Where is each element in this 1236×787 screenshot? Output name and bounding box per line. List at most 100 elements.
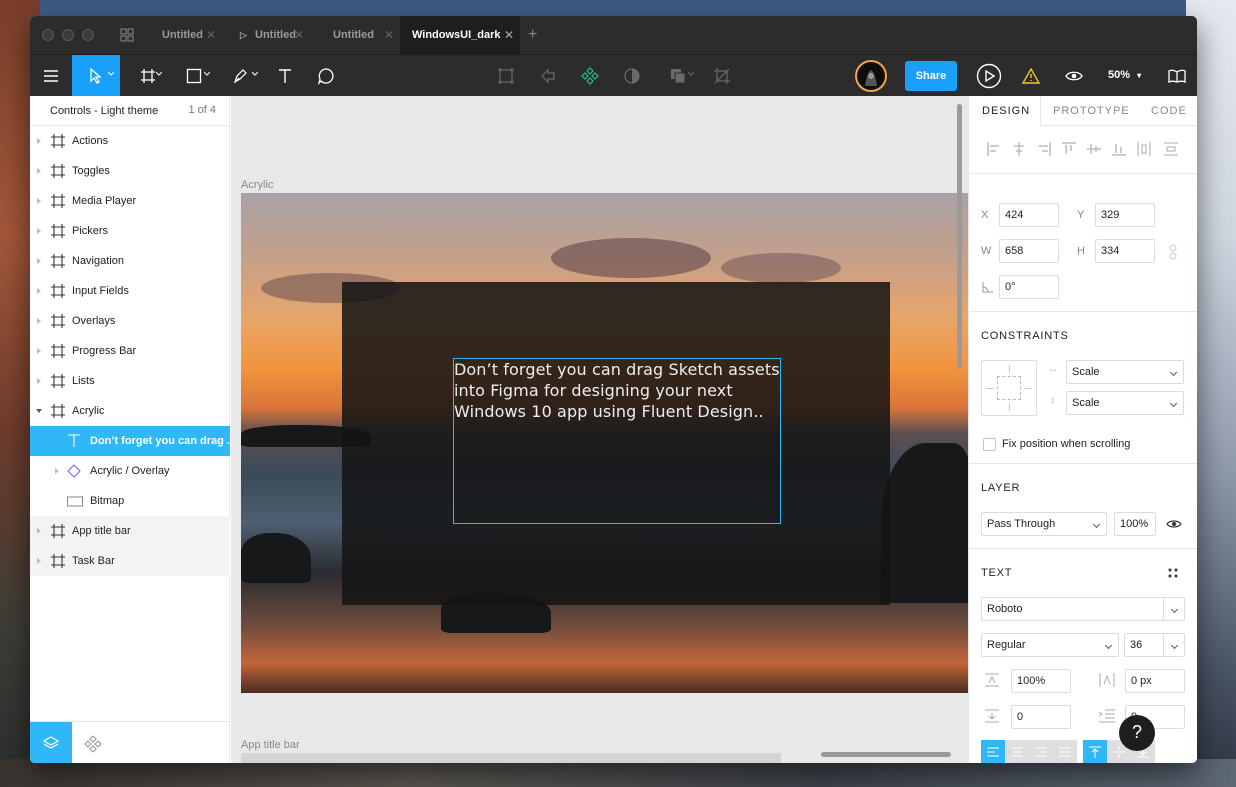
layer-row[interactable]: Bitmap: [30, 486, 230, 516]
align-vertical-center-icon[interactable]: [1087, 142, 1101, 156]
layer-row[interactable]: Toggles: [30, 156, 230, 186]
canvas[interactable]: Acrylic Don’t forget you can drag Sketch…: [231, 96, 968, 763]
minimize-window-button[interactable]: [62, 29, 74, 41]
text-tool-icon[interactable]: [270, 55, 300, 96]
expand-arrow-icon[interactable]: [37, 198, 41, 204]
distribute-vertical-icon[interactable]: [1164, 142, 1178, 156]
warning-icon[interactable]: [1018, 55, 1044, 96]
tab-prototype[interactable]: PROTOTYPE: [1053, 96, 1130, 126]
layer-row[interactable]: Actions: [30, 126, 230, 156]
align-horizontal-center-icon[interactable]: [1012, 142, 1026, 156]
expand-arrow-icon[interactable]: [37, 258, 41, 264]
font-size-select[interactable]: 36: [1124, 633, 1185, 657]
letter-spacing-field[interactable]: 0 px: [1125, 669, 1185, 693]
constraint-bottom-line[interactable]: [1009, 403, 1010, 411]
expand-arrow-icon[interactable]: [37, 288, 41, 294]
font-weight-select[interactable]: Regular: [981, 633, 1119, 657]
close-tab-icon[interactable]: ✕: [504, 16, 514, 54]
library-icon[interactable]: [1164, 55, 1190, 96]
text-layer-content[interactable]: Don’t forget you can drag Sketch assets …: [454, 359, 780, 422]
horizontal-constraint-select[interactable]: Scale: [1066, 360, 1184, 384]
expand-arrow-icon[interactable]: [55, 468, 59, 474]
constrain-proportions-icon[interactable]: [1168, 244, 1178, 260]
layer-opacity-field[interactable]: 100%: [1114, 512, 1156, 536]
app-title-bar-frame[interactable]: [241, 753, 781, 763]
expand-arrow-icon[interactable]: [37, 558, 41, 564]
new-tab-icon[interactable]: +: [528, 16, 537, 54]
present-icon[interactable]: [974, 55, 1004, 96]
expand-arrow-icon[interactable]: [37, 378, 41, 384]
shape-tool-icon[interactable]: [176, 55, 212, 96]
instance-icon[interactable]: [532, 55, 564, 96]
text-align-justify-icon[interactable]: [1053, 740, 1077, 763]
text-align-left-icon[interactable]: [981, 740, 1005, 763]
rotation-field[interactable]: 0°: [999, 275, 1059, 299]
zoom-dropdown[interactable]: 50% ▾: [1108, 55, 1141, 96]
layer-row[interactable]: Acrylic / Overlay: [30, 456, 230, 486]
horizontal-scrollbar[interactable]: [821, 752, 951, 757]
frame-tool-icon[interactable]: [130, 55, 166, 96]
expand-arrow-icon[interactable]: [37, 318, 41, 324]
frame-label-acrylic[interactable]: Acrylic: [241, 179, 273, 191]
tab-untitled-2[interactable]: ▷ Untitled ✕: [230, 16, 310, 54]
boolean-icon[interactable]: [660, 55, 696, 96]
tab-untitled-3[interactable]: Untitled ✕: [322, 16, 400, 54]
font-family-select[interactable]: Roboto: [981, 597, 1185, 621]
layer-row[interactable]: Lists: [30, 366, 230, 396]
layer-row[interactable]: Acrylic: [30, 396, 230, 426]
close-tab-icon[interactable]: ✕: [384, 16, 394, 54]
create-component-icon[interactable]: [574, 55, 606, 96]
frame-label-app-title-bar[interactable]: App title bar: [241, 739, 300, 751]
text-align-center-icon[interactable]: [1005, 740, 1029, 763]
tab-untitled-1[interactable]: Untitled ✕: [150, 16, 222, 54]
expand-arrow-icon[interactable]: [37, 348, 41, 354]
layer-row[interactable]: Progress Bar: [30, 336, 230, 366]
move-tool-icon[interactable]: [72, 55, 120, 96]
layer-row[interactable]: Don’t forget you can drag ...: [30, 426, 236, 456]
align-text-top-icon[interactable]: [1083, 740, 1107, 763]
vertical-scrollbar[interactable]: [957, 104, 962, 369]
constraint-top-line[interactable]: [1009, 365, 1010, 373]
layer-row[interactable]: Input Fields: [30, 276, 230, 306]
page-selector[interactable]: Controls - Light theme 1 of 4: [30, 96, 230, 126]
w-field[interactable]: 658: [999, 239, 1059, 263]
layer-row[interactable]: App title bar: [30, 516, 230, 546]
selected-text-layer[interactable]: Don’t forget you can drag Sketch assets …: [453, 358, 781, 524]
layers-tab-icon[interactable]: [30, 722, 72, 763]
align-bottom-icon[interactable]: [1112, 142, 1126, 156]
h-field[interactable]: 334: [1095, 239, 1155, 263]
mask-icon[interactable]: [616, 55, 648, 96]
comment-tool-icon[interactable]: [310, 55, 342, 96]
component-icon[interactable]: [490, 55, 522, 96]
expand-arrow-icon[interactable]: [37, 168, 41, 174]
text-styles-icon[interactable]: [1168, 568, 1178, 578]
help-button[interactable]: ?: [1119, 715, 1155, 751]
tab-windowsui-dark[interactable]: WindowsUI_dark ✕: [400, 16, 520, 54]
collapse-arrow-icon[interactable]: [36, 409, 42, 413]
paragraph-spacing-field[interactable]: 0: [1011, 705, 1071, 729]
components-tab-icon[interactable]: [84, 735, 102, 756]
zoom-window-button[interactable]: [82, 29, 94, 41]
vertical-constraint-select[interactable]: Scale: [1066, 391, 1184, 415]
layer-row[interactable]: Task Bar: [30, 546, 230, 576]
constraint-right-line[interactable]: [1024, 388, 1032, 389]
blend-mode-select[interactable]: Pass Through: [981, 512, 1107, 536]
line-height-field[interactable]: 100%: [1011, 669, 1071, 693]
close-tab-icon[interactable]: ✕: [294, 16, 304, 54]
crop-icon[interactable]: [706, 55, 738, 96]
align-right-icon[interactable]: [1037, 142, 1051, 156]
constraint-left-line[interactable]: [986, 388, 994, 389]
align-left-icon[interactable]: [987, 142, 1001, 156]
expand-arrow-icon[interactable]: [37, 138, 41, 144]
close-window-button[interactable]: [42, 29, 54, 41]
layer-row[interactable]: Media Player: [30, 186, 230, 216]
fix-position-checkbox[interactable]: [983, 438, 996, 451]
tab-code[interactable]: CODE: [1151, 96, 1187, 126]
share-button[interactable]: Share: [905, 61, 957, 91]
layer-row[interactable]: Navigation: [30, 246, 230, 276]
expand-arrow-icon[interactable]: [37, 228, 41, 234]
text-align-right-icon[interactable]: [1029, 740, 1053, 763]
file-browser-icon[interactable]: [120, 28, 134, 42]
layer-row[interactable]: Overlays: [30, 306, 230, 336]
layer-row[interactable]: Pickers: [30, 216, 230, 246]
